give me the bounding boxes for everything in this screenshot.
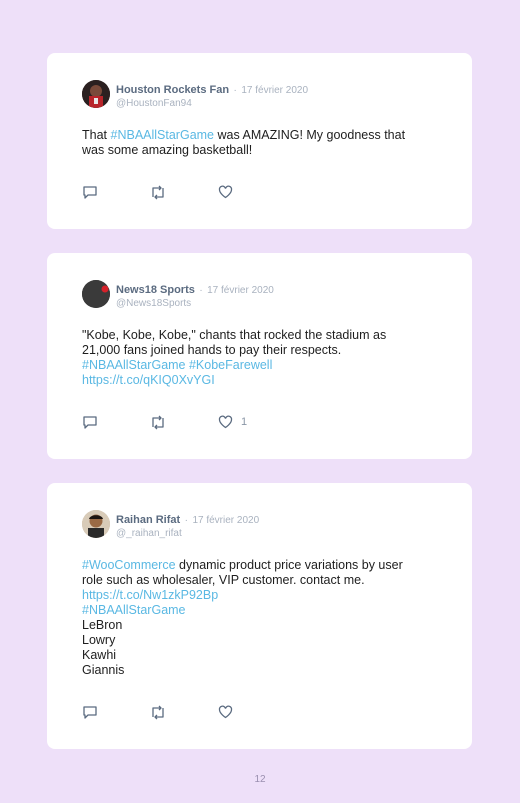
tweet-header: Houston Rockets Fan · 17 février 2020 @H… — [82, 80, 308, 110]
avatar[interactable] — [82, 280, 110, 308]
reply-button[interactable] — [82, 415, 98, 430]
text-segment: LeBron — [82, 618, 123, 632]
like-button[interactable] — [218, 185, 241, 199]
tweet-line: https://t.co/Nw1zkP92Bp — [82, 588, 437, 603]
text-segment: That — [82, 128, 111, 142]
avatar[interactable] — [82, 80, 110, 108]
tweet-line: That #NBAAllStarGame was AMAZING! My goo… — [82, 128, 437, 143]
tweet-line: #NBAAllStarGame — [82, 603, 437, 618]
tweet-line: role such as wholesaler, VIP customer. c… — [82, 573, 437, 588]
author-name[interactable]: Houston Rockets Fan — [116, 84, 229, 96]
text-segment: Lowry — [82, 633, 116, 647]
tweet-text: That #NBAAllStarGame was AMAZING! My goo… — [82, 128, 437, 158]
author-handle[interactable]: @News18Sports — [116, 297, 274, 310]
text-segment: dynamic product price variations by user — [175, 558, 403, 572]
page-number: 12 — [254, 774, 266, 785]
text-segment: was some amazing basketball! — [82, 143, 253, 157]
tweet-line: Kawhi — [82, 648, 437, 663]
tweet-header: News18 Sports · 17 février 2020 @News18S… — [82, 280, 274, 310]
like-count: 1 — [241, 416, 248, 428]
heart-icon — [218, 185, 233, 199]
tweet-line: Lowry — [82, 633, 437, 648]
tweet-text: "Kobe, Kobe, Kobe," chants that rocked t… — [82, 328, 437, 388]
tweet-line: https://t.co/qKIQ0XvYGI — [82, 373, 437, 388]
tweet-line: LeBron — [82, 618, 437, 633]
reply-icon — [83, 416, 97, 429]
hashtag-link[interactable]: #NBAAllStarGame #KobeFarewell — [82, 358, 272, 372]
like-button[interactable]: 1 — [218, 415, 247, 429]
heart-icon — [218, 705, 233, 719]
reply-button[interactable] — [82, 705, 98, 720]
retweet-icon — [152, 705, 164, 720]
retweet-icon — [152, 415, 164, 430]
author-name[interactable]: News18 Sports — [116, 284, 195, 296]
tweet-card-1: Houston Rockets Fan · 17 février 2020 @H… — [47, 53, 472, 229]
separator-dot: · — [184, 515, 188, 526]
text-segment: role such as wholesaler, VIP customer. c… — [82, 573, 365, 587]
retweet-button[interactable] — [149, 185, 167, 200]
avatar[interactable] — [82, 510, 110, 538]
like-button[interactable] — [218, 705, 241, 719]
hashtag-link[interactable]: #WooCommerce — [82, 558, 176, 572]
tweet-date[interactable]: 17 février 2020 — [241, 85, 308, 96]
retweet-button[interactable] — [149, 415, 167, 430]
tweet-card-2: News18 Sports · 17 février 2020 @News18S… — [47, 253, 472, 459]
retweet-icon — [152, 185, 164, 200]
heart-icon — [218, 415, 233, 429]
reply-button[interactable] — [82, 185, 98, 200]
tweet-line: "Kobe, Kobe, Kobe," chants that rocked t… — [82, 328, 437, 343]
tweet-date[interactable]: 17 février 2020 — [192, 515, 259, 526]
hashtag-link[interactable]: #NBAAllStarGame — [82, 603, 186, 617]
retweet-button[interactable] — [149, 705, 167, 720]
url-link[interactable]: https://t.co/Nw1zkP92Bp — [82, 588, 218, 602]
text-segment: Giannis — [82, 663, 125, 677]
tweet-text: #WooCommerce dynamic product price varia… — [82, 558, 437, 678]
text-segment: "Kobe, Kobe, Kobe," chants that rocked t… — [82, 328, 387, 342]
text-segment: 21,000 fans joined hands to pay their re… — [82, 343, 342, 357]
separator-dot: · — [199, 285, 203, 296]
reply-icon — [83, 706, 97, 719]
reply-icon — [83, 186, 97, 199]
tweet-line: #WooCommerce dynamic product price varia… — [82, 558, 437, 573]
author-handle[interactable]: @HoustonFan94 — [116, 97, 308, 110]
tweet-header: Raihan Rifat · 17 février 2020 @_raihan_… — [82, 510, 259, 540]
tweet-card-3: Raihan Rifat · 17 février 2020 @_raihan_… — [47, 483, 472, 749]
url-link[interactable]: https://t.co/qKIQ0XvYGI — [82, 373, 215, 387]
separator-dot: · — [233, 85, 237, 96]
hashtag-link[interactable]: #NBAAllStarGame — [111, 128, 215, 142]
text-segment: Kawhi — [82, 648, 117, 662]
author-name[interactable]: Raihan Rifat — [116, 514, 180, 526]
tweet-line: #NBAAllStarGame #KobeFarewell — [82, 358, 437, 373]
text-segment: was AMAZING! My goodness that — [214, 128, 406, 142]
tweet-date[interactable]: 17 février 2020 — [207, 285, 274, 296]
tweet-line: was some amazing basketball! — [82, 143, 437, 158]
author-handle[interactable]: @_raihan_rifat — [116, 527, 259, 540]
tweet-line: Giannis — [82, 663, 437, 678]
tweet-line: 21,000 fans joined hands to pay their re… — [82, 343, 437, 358]
